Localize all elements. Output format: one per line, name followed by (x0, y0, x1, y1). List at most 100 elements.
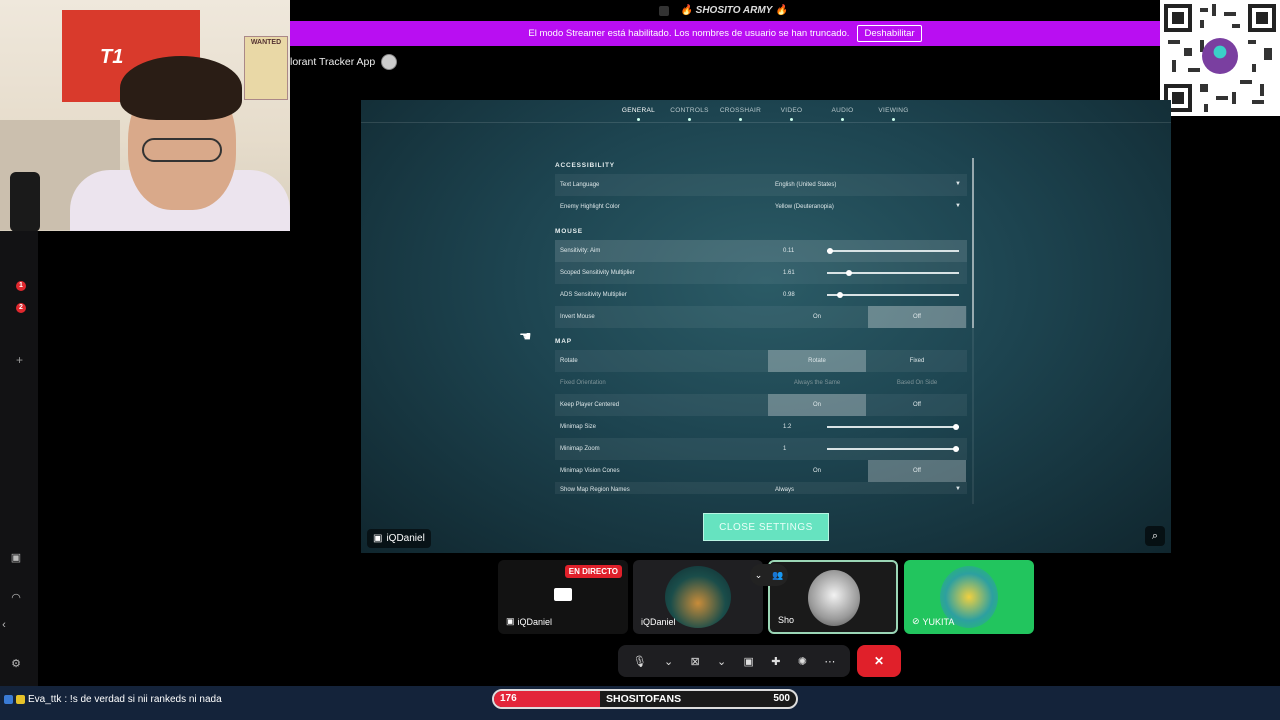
screen-share-icon[interactable]: ▣ (8, 551, 24, 565)
slider-knob[interactable] (953, 446, 959, 452)
headset-icon[interactable]: ◠ (8, 591, 24, 605)
setting-minimap-zoom[interactable]: Minimap Zoom 1 (555, 438, 967, 460)
setting-rotate[interactable]: Rotate Rotate Fixed (555, 350, 967, 372)
setting-ads-sensitivity[interactable]: ADS Sensitivity Multiplier 0.98 (555, 284, 967, 306)
setting-region-names[interactable]: Show Map Region Names Always ▼ (555, 482, 967, 494)
language-dropdown[interactable]: English (United States) ▼ (775, 181, 967, 188)
highlight-dropdown[interactable]: Yellow (Deuteranopia) ▼ (775, 203, 967, 210)
muted-icon: ⊘ (912, 616, 920, 626)
presenter-name: iQDaniel (386, 533, 425, 544)
option-rotate[interactable]: Rotate (768, 350, 866, 372)
option-off[interactable]: Off (868, 394, 966, 416)
dropdown-value: Yellow (Deuteranopia) (775, 204, 834, 210)
screen-share-icon[interactable]: ▣ (744, 655, 754, 668)
tile-options[interactable]: ⌄ 👥 (750, 564, 788, 586)
badge-icon (4, 695, 13, 704)
participant-tile[interactable]: EN DIRECTO ▣ iQDaniel (498, 560, 628, 634)
activities-icon[interactable]: ✚ (771, 655, 780, 668)
setting-label: Enemy Highlight Color (560, 204, 620, 210)
setting-value: 0.11 (783, 248, 795, 254)
setting-vision-cones[interactable]: Minimap Vision Cones On Off (555, 460, 967, 482)
close-settings-button[interactable]: CLOSE SETTINGS (703, 513, 829, 541)
setting-value: 0.98 (783, 292, 795, 298)
live-badge: EN DIRECTO (564, 565, 622, 578)
collapse-icon[interactable]: ‹ (0, 619, 12, 633)
sub-goal-bar: 176 SHOSITOFANS 500 (492, 689, 798, 709)
add-server-icon[interactable]: + (16, 353, 23, 367)
tab-controls[interactable]: CONTROLS (664, 100, 715, 122)
setting-label: Rotate (560, 358, 578, 364)
users-icon[interactable]: 👥 (772, 570, 783, 581)
setting-label: Text Language (560, 182, 600, 188)
notification-badge: 2 (16, 303, 26, 313)
settings-panel: ACCESSIBILITY Text Language English (Uni… (555, 158, 967, 494)
option-off[interactable]: Off (868, 460, 966, 482)
screen-share-stage[interactable]: GENERAL CONTROLS CROSSHAIR VIDEO AUDIO V… (361, 100, 1171, 553)
camera-off-icon[interactable]: ⊠ (690, 655, 699, 668)
tab-video[interactable]: VIDEO (766, 100, 817, 122)
minimap-zoom-slider[interactable] (827, 446, 959, 452)
slider-knob[interactable] (953, 424, 959, 430)
option-off[interactable]: Off (868, 306, 966, 328)
microphone-icon[interactable]: 🎙 (633, 655, 647, 668)
wanted-poster: WANTED (244, 36, 288, 100)
scoped-slider[interactable] (827, 270, 959, 276)
participant-tile[interactable]: iQDaniel (633, 560, 763, 634)
option-on[interactable]: On (768, 394, 866, 416)
screen-share-icon: ▣ (373, 533, 383, 544)
setting-label: Minimap Vision Cones (560, 468, 620, 474)
slider-knob[interactable] (827, 248, 833, 254)
chevron-down-icon[interactable]: ⌄ (755, 570, 763, 581)
chevron-down-icon[interactable]: ⌄ (717, 655, 726, 668)
settings-scrollbar[interactable] (972, 158, 974, 504)
soundboard-icon[interactable]: ✺ (798, 655, 807, 668)
setting-value: 1.61 (783, 270, 795, 276)
goal-title: SHOSITOFANS (606, 693, 682, 705)
dropdown-value: Always (775, 487, 795, 493)
slider-knob[interactable] (845, 270, 852, 276)
sensitivity-slider[interactable] (827, 248, 959, 254)
streamer-mode-banner: El modo Streamer está habilitado. Los no… (290, 21, 1160, 46)
dropdown-value: English (United States) (775, 182, 837, 188)
gear-icon[interactable]: ⚙ (8, 657, 24, 671)
disconnect-button[interactable]: ✕ (857, 645, 901, 677)
setting-scoped-sensitivity[interactable]: Scoped Sensitivity Multiplier 1.61 (555, 262, 967, 284)
participant-name-text: iQDaniel (517, 616, 553, 627)
option-fixed[interactable]: Fixed (868, 350, 966, 372)
call-title: lorant Tracker App (290, 54, 398, 70)
option-on[interactable]: On (768, 306, 866, 328)
participant-tile[interactable]: ⊘ YUKITA (904, 560, 1034, 634)
ads-slider[interactable] (827, 292, 959, 298)
avatar[interactable] (381, 54, 398, 70)
more-icon[interactable]: ⋯ (824, 655, 835, 668)
chevron-down-icon: ▼ (955, 486, 961, 492)
chat-message: Eva_ttk : !s de verdad si nii rankeds ni… (4, 694, 222, 705)
call-title-text: lorant Tracker App (290, 56, 376, 68)
setting-keep-player-centered[interactable]: Keep Player Centered On Off (555, 394, 967, 416)
tab-crosshair[interactable]: CROSSHAIR (715, 100, 766, 122)
slider-knob[interactable] (837, 292, 844, 298)
setting-value: 1.2 (783, 424, 792, 430)
participant-name: Sho (778, 615, 795, 625)
setting-sensitivity-aim[interactable]: Sensitivity: Aim 0.11 (555, 240, 967, 262)
zoom-icon[interactable]: ⌕ (1145, 526, 1165, 546)
tab-viewing[interactable]: VIEWING (868, 100, 919, 122)
minimap-size-slider[interactable] (827, 424, 959, 430)
avatar (808, 570, 860, 626)
setting-enemy-highlight[interactable]: Enemy Highlight Color Yellow (Deuteranop… (555, 196, 967, 218)
setting-minimap-size[interactable]: Minimap Size 1.2 (555, 416, 967, 438)
setting-label: Fixed Orientation (560, 380, 606, 386)
region-names-dropdown[interactable]: Always ▼ (775, 486, 967, 493)
option-based-on-side: Based On Side (896, 380, 938, 386)
setting-invert-mouse[interactable]: Invert Mouse On Off (555, 306, 967, 328)
disable-streamer-button[interactable]: Deshabilitar (857, 25, 922, 42)
option-on[interactable]: On (768, 460, 866, 482)
scrollbar-thumb[interactable] (972, 158, 974, 328)
participant-name-text: YUKITA (922, 616, 955, 627)
tab-general[interactable]: GENERAL (613, 100, 664, 122)
setting-label: Sensitivity: Aim (560, 248, 601, 254)
tab-audio[interactable]: AUDIO (817, 100, 868, 122)
chevron-down-icon[interactable]: ⌄ (664, 655, 673, 668)
tabs-divider (361, 122, 1171, 123)
setting-text-language[interactable]: Text Language English (United States) ▼ (555, 174, 967, 196)
